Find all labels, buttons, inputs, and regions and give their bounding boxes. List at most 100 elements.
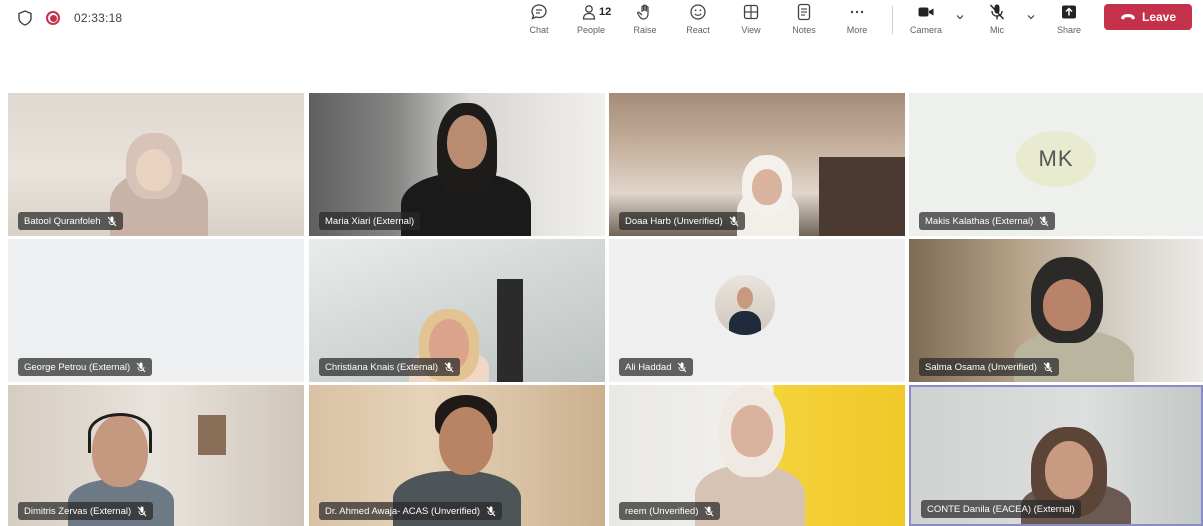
camera-options-chevron-icon[interactable] (955, 12, 965, 22)
video-tile-ahmed-awaja[interactable]: Dr. Ahmed Awaja- ACAS (Unverified) (309, 385, 605, 526)
people-icon (582, 5, 596, 20)
raise-hand-button[interactable]: Raise (625, 3, 665, 35)
participant-name: Maria Xiari (External) (325, 215, 415, 227)
mic-muted-icon (705, 506, 714, 516)
mic-options-chevron-icon[interactable] (1026, 12, 1036, 22)
toolbar-divider (892, 6, 893, 34)
meeting-timer: 02:33:18 (74, 11, 123, 25)
view-label: View (741, 25, 761, 35)
people-count: 12 (599, 6, 612, 18)
mic-muted-icon (137, 506, 147, 516)
video-tile-doaa-harb[interactable]: Doaa Harb (Unverified) (609, 93, 905, 236)
more-label: More (846, 25, 868, 35)
share-icon (1062, 5, 1076, 19)
chat-label: Chat (529, 25, 549, 35)
grid-icon (743, 4, 759, 20)
shield-icon[interactable] (18, 10, 32, 26)
view-button[interactable]: View (731, 3, 771, 35)
notes-icon (797, 3, 811, 21)
mic-muted-icon (1039, 216, 1049, 226)
mic-muted-icon (136, 362, 146, 372)
participant-nameplate: George Petrou (External) (18, 358, 153, 376)
video-tile-batool-quranfoleh[interactable]: Batool Quranfoleh (8, 93, 304, 236)
camera-icon (918, 7, 934, 17)
participant-nameplate: Maria Xiari (External) (319, 212, 421, 230)
participant-face (136, 149, 172, 191)
hand-icon (637, 4, 649, 20)
chat-icon (531, 4, 547, 20)
people-label: People (576, 25, 606, 35)
participant-face (1045, 441, 1093, 499)
participant-name: Batool Quranfoleh (24, 215, 101, 227)
participant-face (1043, 279, 1091, 331)
react-button[interactable]: React (678, 3, 718, 35)
avatar-initials: MK (1016, 131, 1096, 187)
mic-off-icon (989, 4, 1005, 20)
participant-name: Christiana Knais (External) (325, 361, 438, 373)
mic-muted-icon (1043, 362, 1053, 372)
headset-icon (88, 413, 152, 453)
participant-face (447, 115, 487, 169)
participant-nameplate: Makis Kalathas (External) (919, 212, 1056, 230)
video-tile-maria-xiari[interactable]: Maria Xiari (External) (309, 93, 605, 236)
video-tile-reem[interactable]: reem (Unverified) (609, 385, 905, 526)
video-tile-george-petrou[interactable]: George Petrou (External) (8, 239, 304, 382)
video-tile-christiana-knais[interactable]: Christiana Knais (External) (309, 239, 605, 382)
mic-muted-icon (444, 362, 454, 372)
recording-icon (46, 11, 60, 25)
video-tile-dimitris-zervas[interactable]: Dimitris Zervas (External) (8, 385, 304, 526)
participant-face (439, 407, 493, 475)
chat-button[interactable]: Chat (519, 3, 559, 35)
people-button[interactable]: 12 People (571, 3, 611, 35)
camera-button[interactable]: Camera (906, 3, 946, 35)
participant-nameplate: Doaa Harb (Unverified) (619, 212, 745, 230)
participant-name: George Petrou (External) (24, 361, 131, 373)
notes-label: Notes (792, 25, 816, 35)
share-label: Share (1056, 25, 1082, 35)
door-frame (497, 279, 523, 382)
notes-button[interactable]: Notes (784, 3, 824, 35)
video-tile-ali-haddad[interactable]: Ali Haddad (609, 239, 905, 382)
participant-nameplate: CONTE Danila (EACEA) (External) (921, 500, 1081, 518)
meeting-status: 02:33:18 (18, 10, 122, 26)
video-tile-makis-kalathas[interactable]: MK Makis Kalathas (External) (909, 93, 1203, 236)
video-tile-salma-osama[interactable]: Salma Osama (Unverified) (909, 239, 1203, 382)
participant-name: reem (Unverified) (625, 505, 699, 517)
more-button[interactable]: More (837, 3, 877, 35)
participant-name: Salma Osama (Unverified) (925, 361, 1037, 373)
participant-name: Dr. Ahmed Awaja- ACAS (Unverified) (325, 505, 481, 517)
participant-nameplate: Christiana Knais (External) (319, 358, 460, 376)
participant-nameplate: Salma Osama (Unverified) (919, 358, 1059, 376)
leave-button[interactable]: Leave (1104, 4, 1192, 30)
mic-muted-icon (107, 216, 116, 226)
participant-name: Makis Kalathas (External) (925, 215, 1034, 227)
participant-name: Dimitris Zervas (External) (24, 505, 132, 517)
phone-hangup-icon (1120, 14, 1135, 20)
meeting-toolbar: 02:33:18 Chat 12 People Raise React View… (0, 0, 1203, 40)
participant-name: Ali Haddad (625, 361, 672, 373)
video-tile-conte-danila[interactable]: CONTE Danila (EACEA) (External) (909, 385, 1203, 526)
mic-button[interactable]: Mic (977, 3, 1017, 35)
raise-label: Raise (633, 25, 657, 35)
participant-face (731, 405, 773, 457)
mic-muted-icon (729, 216, 739, 226)
fireplace (819, 157, 905, 236)
participant-nameplate: Dimitris Zervas (External) (18, 502, 154, 520)
participant-nameplate: Ali Haddad (619, 358, 694, 376)
wall-frame (198, 415, 226, 455)
react-label: React (686, 25, 710, 35)
mic-muted-icon (678, 362, 687, 372)
participant-nameplate: Dr. Ahmed Awaja- ACAS (Unverified) (319, 502, 503, 520)
video-gallery: Batool Quranfoleh Maria Xiari (External)… (0, 40, 1203, 526)
mic-label: Mic (990, 25, 1004, 35)
more-icon (850, 10, 864, 14)
participant-nameplate: reem (Unverified) (619, 502, 721, 520)
participant-name: CONTE Danila (EACEA) (External) (927, 503, 1075, 515)
mic-muted-icon (486, 506, 496, 516)
participant-face (752, 169, 782, 205)
participant-nameplate: Batool Quranfoleh (18, 212, 123, 230)
camera-label: Camera (909, 25, 942, 35)
leave-label: Leave (1141, 10, 1177, 24)
smiley-icon (690, 4, 706, 20)
share-button[interactable]: Share (1049, 3, 1089, 35)
